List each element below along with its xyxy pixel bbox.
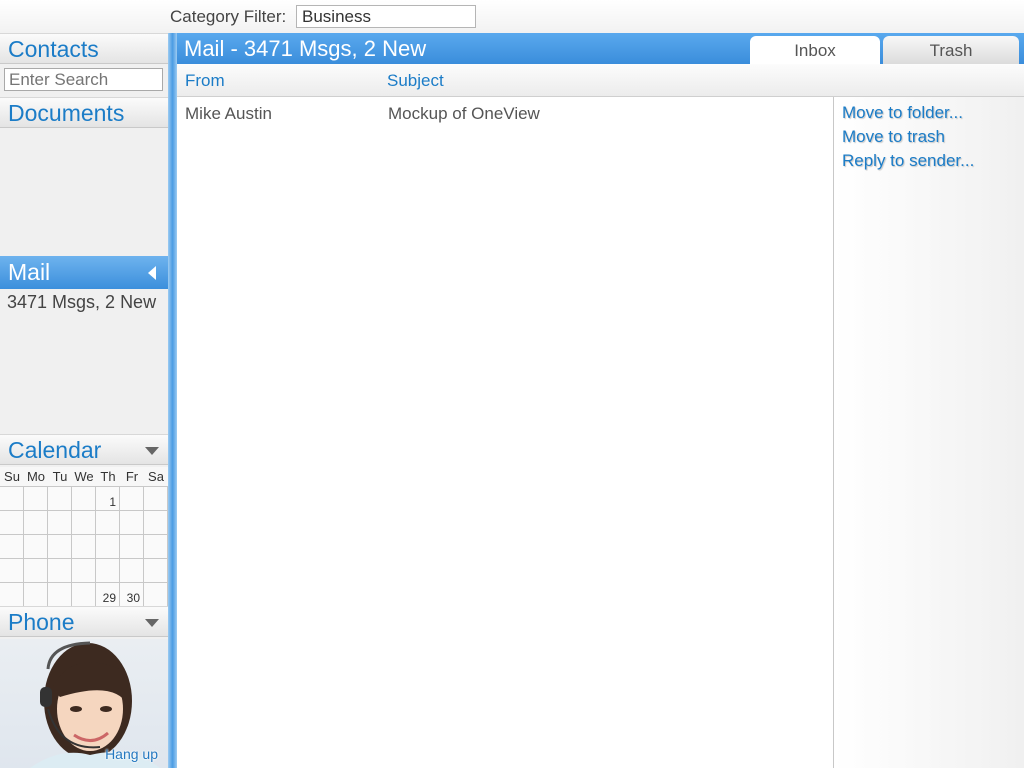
calendar-day-cell[interactable]: [72, 583, 96, 607]
weekday-label: Tu: [52, 469, 68, 484]
calendar-day-cell[interactable]: [0, 535, 24, 559]
actions-panel: Move to folder... Move to trash Reply to…: [833, 97, 1024, 768]
documents-header[interactable]: Documents: [0, 97, 168, 128]
reply-to-sender-link[interactable]: Reply to sender...: [842, 151, 974, 171]
calendar-week-row: [0, 558, 168, 583]
calendar-day-cell[interactable]: [24, 583, 48, 607]
mail-header[interactable]: Mail: [0, 256, 168, 289]
move-to-trash-link[interactable]: Move to trash: [842, 127, 945, 147]
table-row[interactable]: Mike Austin Mockup of OneView: [177, 97, 833, 127]
calendar-day-cell[interactable]: [24, 559, 48, 583]
calendar-day-cell[interactable]: [0, 487, 24, 511]
calendar-day-cell[interactable]: [120, 559, 144, 583]
column-from[interactable]: From: [185, 71, 225, 91]
calendar-week-row: 29 30: [0, 582, 168, 607]
top-bar: Category Filter:: [0, 0, 1024, 33]
calendar-day-cell[interactable]: [72, 535, 96, 559]
phone-header-label: Phone: [8, 609, 75, 635]
calendar-day-cell[interactable]: [120, 535, 144, 559]
calendar-day-cell[interactable]: [72, 559, 96, 583]
weekday-label: Sa: [148, 469, 164, 484]
weekday-label: Th: [100, 469, 116, 484]
category-filter-input[interactable]: [296, 5, 476, 28]
calendar-day-cell[interactable]: [144, 535, 168, 559]
calendar-day-cell[interactable]: 29: [96, 583, 120, 607]
calendar-day-cell[interactable]: [72, 511, 96, 535]
weekday-label: Su: [4, 469, 20, 484]
caller-photo: Hang up: [0, 639, 168, 768]
phone-header[interactable]: Phone: [0, 606, 168, 637]
message-from: Mike Austin: [185, 104, 272, 123]
calendar-day-cell[interactable]: [144, 487, 168, 511]
sidebar: Contacts Documents Mail 3471 Msgs, 2 New…: [0, 33, 168, 768]
calendar-day-cell[interactable]: [48, 487, 72, 511]
calendar-day-cell[interactable]: [24, 487, 48, 511]
main-header: Mail - 3471 Msgs, 2 New Inbox Trash: [177, 33, 1024, 64]
chevron-down-icon[interactable]: [145, 447, 159, 455]
calendar-day-cell[interactable]: 1: [96, 487, 120, 511]
chevron-down-icon[interactable]: [145, 619, 159, 627]
calendar-day-cell[interactable]: [144, 559, 168, 583]
weekday-label: We: [74, 469, 94, 484]
search-input[interactable]: [4, 68, 163, 91]
weekday-label: Fr: [125, 469, 139, 484]
tab-inbox[interactable]: Inbox: [750, 36, 880, 64]
collapse-left-icon[interactable]: [148, 266, 156, 280]
column-subject[interactable]: Subject: [387, 71, 444, 91]
message-list: Mike Austin Mockup of OneView: [177, 97, 833, 768]
mail-summary: 3471 Msgs, 2 New: [7, 292, 157, 312]
calendar-day-cell[interactable]: [0, 583, 24, 607]
calendar-header-label: Calendar: [8, 437, 102, 463]
move-to-folder-link[interactable]: Move to folder...: [842, 103, 963, 123]
contacts-header[interactable]: Contacts: [0, 33, 168, 64]
calendar-day-cell[interactable]: [48, 583, 72, 607]
hang-up-link[interactable]: Hang up: [105, 746, 158, 762]
calendar-week-row: 1: [0, 486, 168, 511]
calendar-day-cell[interactable]: [24, 535, 48, 559]
calendar-day-cell[interactable]: [48, 535, 72, 559]
calendar-day-cell[interactable]: 30: [120, 583, 144, 607]
calendar-grid: 1 29 30: [0, 486, 168, 607]
calendar-day-cell[interactable]: [0, 511, 24, 535]
calendar-day-cell[interactable]: [72, 487, 96, 511]
frame-divider: [168, 33, 177, 768]
calendar-week-row: [0, 534, 168, 559]
calendar-weekdays: Su Mo Tu We Th Fr Sa: [0, 467, 168, 487]
calendar-day-cell[interactable]: [144, 583, 168, 607]
calendar-header[interactable]: Calendar: [0, 434, 168, 465]
category-filter-label: Category Filter:: [170, 7, 287, 26]
column-header: From Subject: [177, 64, 1024, 97]
mail-header-label: Mail: [8, 259, 51, 285]
calendar-day-cell[interactable]: [0, 559, 24, 583]
calendar-day-cell[interactable]: [96, 559, 120, 583]
message-subject: Mockup of OneView: [388, 104, 540, 123]
calendar-day-cell[interactable]: [144, 511, 168, 535]
weekday-label: Mo: [26, 469, 46, 484]
calendar-day-cell[interactable]: [120, 511, 144, 535]
calendar-week-row: [0, 510, 168, 535]
page-title: Mail - 3471 Msgs, 2 New: [184, 36, 427, 61]
calendar-day-cell[interactable]: [24, 511, 48, 535]
tab-trash[interactable]: Trash: [883, 36, 1019, 64]
calendar-day-cell[interactable]: [96, 511, 120, 535]
calendar-day-cell[interactable]: [96, 535, 120, 559]
calendar-day-cell[interactable]: [120, 487, 144, 511]
calendar-day-cell[interactable]: [48, 559, 72, 583]
calendar-day-cell[interactable]: [48, 511, 72, 535]
